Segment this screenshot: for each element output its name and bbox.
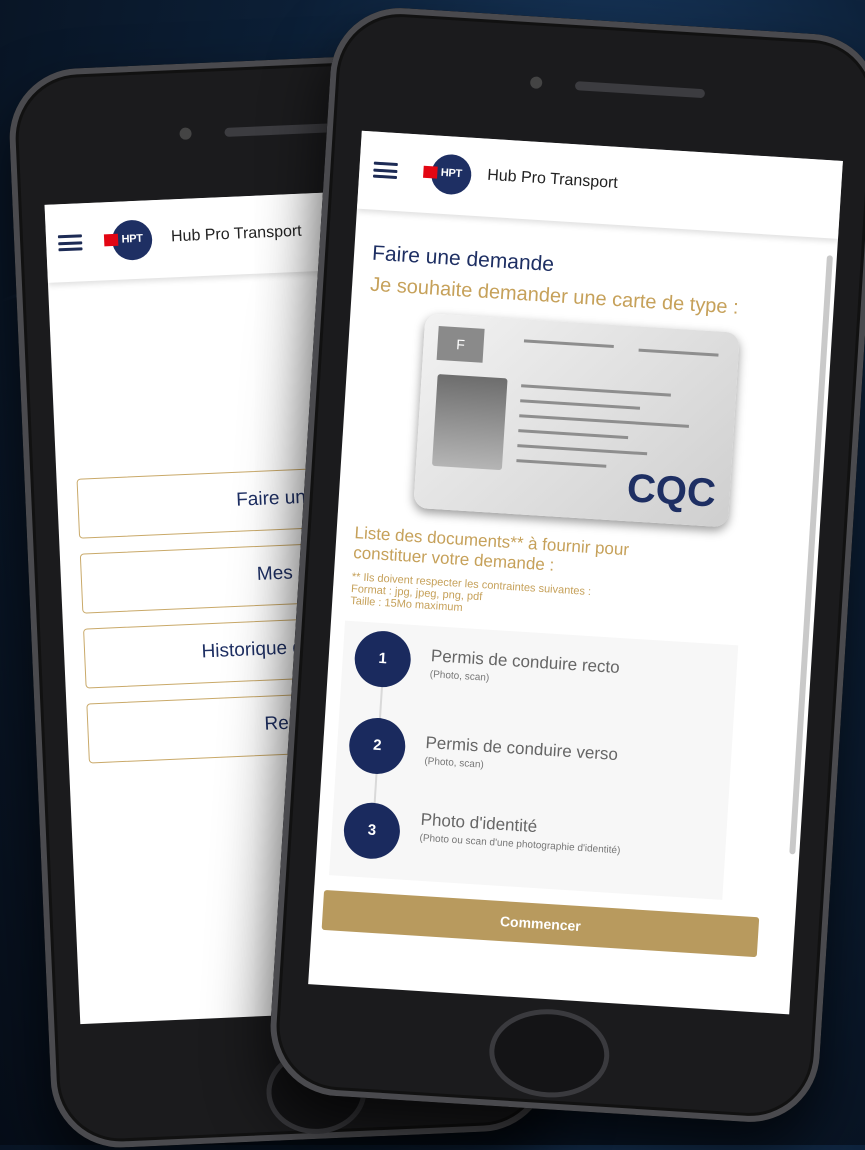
front-phone-screen: HPT Hub Pro Transport Faire une demande … [308,130,843,1015]
hamburger-menu-icon[interactable] [57,234,83,252]
app-header: HPT Hub Pro Transport [356,130,843,239]
step-number: 1 [353,629,413,689]
card-type-label: CQC [625,466,718,516]
page-subtitle: Je souhaite demander une carte de type : [369,273,740,319]
card-country-badge: F [436,325,485,363]
phone-camera [529,76,543,89]
phone-camera [179,127,192,140]
step-number: 2 [347,716,407,776]
phone-speaker [574,81,706,99]
page-title: Faire une demande [371,241,555,277]
scrollbar[interactable] [789,255,833,855]
front-phone: HPT Hub Pro Transport Faire une demande … [266,3,865,1127]
documents-constraints: ** Ils doivent respecter les contraintes… [349,571,592,615]
step-number: 3 [342,801,402,861]
hpt-logo: HPT [423,153,473,196]
commencer-button[interactable]: Commencer [321,889,760,958]
phone-home-button [486,1005,612,1102]
brand-name: Hub Pro Transport [486,166,619,192]
hpt-logo: HPT [103,219,154,261]
document-steps: 1 Permis de conduire recto (Photo, scan)… [329,620,739,900]
cqc-card-image: F CQC [413,313,740,528]
brand-name: Hub Pro Transport [170,222,303,246]
logo-initials: HPT [440,166,463,181]
card-portrait [431,374,508,471]
hamburger-menu-icon[interactable] [372,161,398,180]
logo-initials: HPT [121,232,143,246]
